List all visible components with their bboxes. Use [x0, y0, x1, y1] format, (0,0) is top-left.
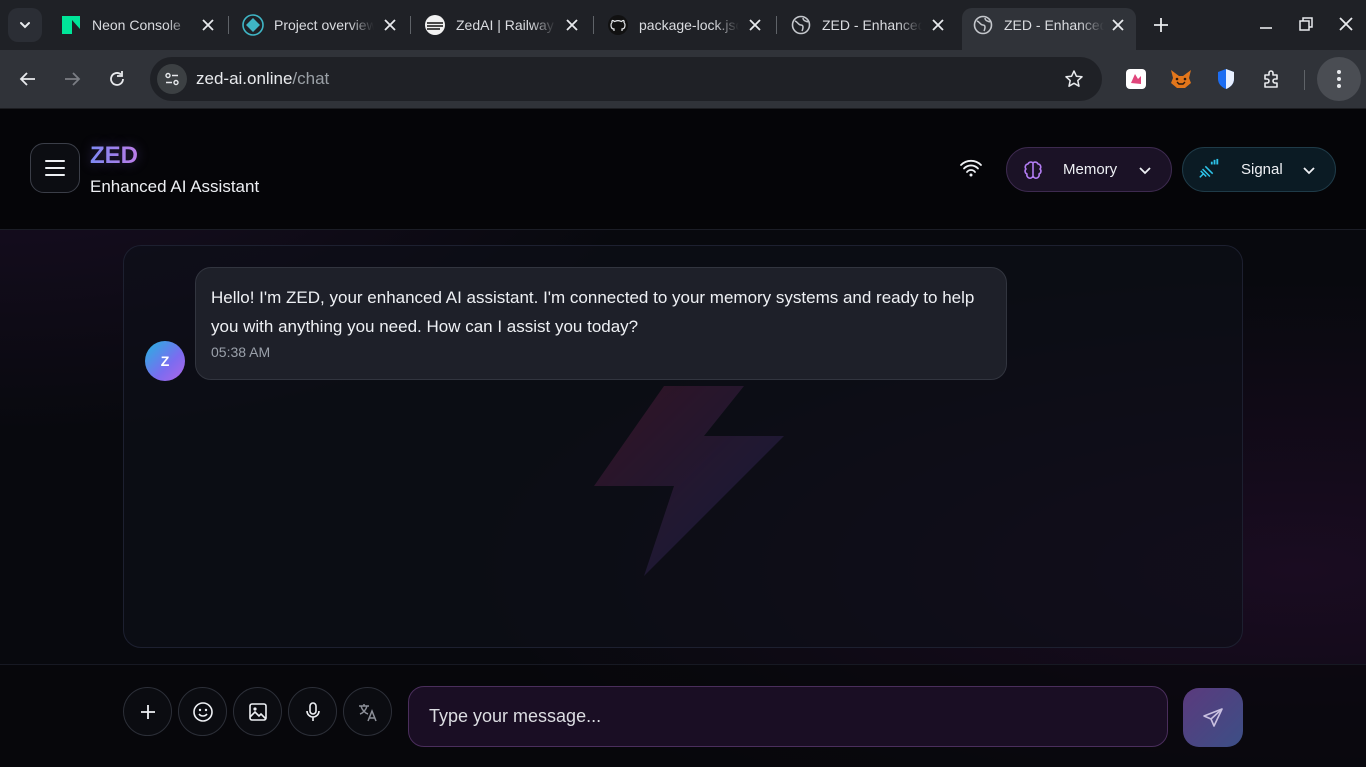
- translate-icon: [358, 703, 377, 721]
- arrow-left-icon: [19, 72, 35, 86]
- memory-label: Memory: [1063, 161, 1118, 178]
- tab-separator: [228, 16, 229, 34]
- close-tab-icon[interactable]: [562, 15, 582, 35]
- browser-tab[interactable]: package-lock.json: [597, 8, 773, 42]
- emoji-button[interactable]: [178, 687, 227, 736]
- back-button[interactable]: [11, 62, 45, 96]
- brand-title: ZED: [90, 142, 138, 169]
- chevron-down-icon: [20, 22, 30, 29]
- chevron-down-icon: [1301, 162, 1317, 178]
- avatar-initial: Z: [160, 353, 170, 369]
- browser-tab[interactable]: ZED - Enhanced AI Assistant: [780, 8, 956, 42]
- voice-input-button[interactable]: [288, 687, 337, 736]
- signal-dropdown[interactable]: Signal: [1182, 147, 1336, 192]
- zed-watermark-logo: [594, 386, 784, 576]
- close-icon: [1339, 17, 1353, 31]
- browser-tab[interactable]: Neon Console: [50, 8, 226, 42]
- metamask-fox-icon[interactable]: [1166, 64, 1196, 94]
- address-bar[interactable]: zed-ai.online/chat: [150, 57, 1102, 101]
- close-tab-icon[interactable]: [745, 15, 765, 35]
- plus-icon: [140, 704, 155, 719]
- new-tab-button[interactable]: [1146, 10, 1176, 40]
- assistant-avatar: Z: [145, 341, 185, 381]
- browser-toolbar: zed-ai.online/chat: [0, 50, 1366, 109]
- globe-icon: [972, 14, 994, 36]
- browser-tab-active[interactable]: ZED - Enhanced AI Assistant: [962, 8, 1136, 50]
- close-tab-icon[interactable]: [198, 15, 218, 35]
- tab-title: Project overview: [274, 17, 374, 33]
- send-button[interactable]: [1183, 688, 1243, 747]
- close-window-button[interactable]: [1326, 6, 1366, 42]
- kebab-menu-icon: [1337, 70, 1341, 88]
- memory-dropdown[interactable]: Memory: [1006, 147, 1172, 192]
- emoji-icon: [192, 701, 213, 722]
- chat-panel: Z Hello! I'm ZED, your enhanced AI assis…: [123, 245, 1243, 648]
- message-text: Hello! I'm ZED, your enhanced AI assista…: [211, 288, 975, 336]
- close-tab-icon[interactable]: [1108, 15, 1128, 35]
- github-logo-icon: [607, 14, 629, 36]
- image-upload-button[interactable]: [233, 687, 282, 736]
- zed-app: ZED Enhanced AI Assistant Memory Signal: [0, 109, 1366, 767]
- tab-title: ZED - Enhanced AI Assistant: [1004, 17, 1104, 33]
- assistant-message-bubble: Hello! I'm ZED, your enhanced AI assista…: [195, 267, 1007, 380]
- toolbar-divider: [1304, 70, 1305, 90]
- brain-icon: [1021, 158, 1045, 182]
- reload-button[interactable]: [100, 62, 134, 96]
- site-info-icon[interactable]: [157, 64, 187, 94]
- railway-logo-icon: [424, 14, 446, 36]
- puzzle-extensions-icon[interactable]: [1257, 64, 1287, 94]
- tab-title: package-lock.json: [639, 17, 739, 33]
- arrow-right-icon: [65, 72, 81, 86]
- bookmark-star-icon[interactable]: [1062, 67, 1086, 91]
- close-tab-icon[interactable]: [380, 15, 400, 35]
- tab-search-button[interactable]: [8, 8, 42, 42]
- tab-separator: [593, 16, 594, 34]
- send-icon: [1203, 707, 1223, 727]
- restore-button[interactable]: [1286, 6, 1326, 42]
- image-icon: [248, 702, 267, 721]
- tab-separator: [410, 16, 411, 34]
- minimize-button[interactable]: [1246, 6, 1286, 42]
- reload-icon: [110, 71, 124, 86]
- attach-button[interactable]: [123, 687, 172, 736]
- shield-extension-icon[interactable]: [1211, 64, 1241, 94]
- message-timestamp: 05:38 AM: [211, 344, 271, 360]
- url-path: /chat: [292, 69, 330, 88]
- tab-separator: [776, 16, 777, 34]
- close-tab-icon[interactable]: [928, 15, 948, 35]
- sidebar-toggle-button[interactable]: [30, 143, 80, 193]
- message-input[interactable]: [408, 686, 1168, 747]
- microphone-icon: [305, 701, 320, 721]
- brand-subtitle: Enhanced AI Assistant: [90, 177, 260, 196]
- browser-tab-strip: Neon Console Project overview ZedAI | Ra…: [0, 0, 1366, 50]
- message-composer: [0, 664, 1366, 767]
- app-header: ZED Enhanced AI Assistant Memory Signal: [0, 109, 1366, 230]
- forward-button[interactable]: [55, 62, 89, 96]
- url-host: zed-ai.online: [196, 69, 293, 88]
- neon-logo-icon: [60, 14, 82, 36]
- tab-title: Neon Console: [92, 17, 181, 33]
- minimize-icon: [1260, 27, 1272, 29]
- hamburger-menu-icon: [45, 160, 65, 176]
- globe-icon: [790, 14, 812, 36]
- signal-label: Signal: [1241, 161, 1283, 178]
- browser-tab[interactable]: ZedAI | Railway: [414, 8, 590, 42]
- browser-tab[interactable]: Project overview: [232, 8, 408, 42]
- chevron-down-icon: [1137, 162, 1153, 178]
- plus-icon: [1154, 18, 1168, 32]
- browser-menu-button[interactable]: [1317, 57, 1361, 101]
- connection-status-icon[interactable]: [955, 155, 987, 181]
- satellite-icon: [1197, 158, 1221, 182]
- restore-icon: [1299, 17, 1313, 31]
- tab-title: ZedAI | Railway: [456, 17, 554, 33]
- translate-button[interactable]: [343, 687, 392, 736]
- kite-extension-icon[interactable]: [1121, 64, 1151, 94]
- tab-title: ZED - Enhanced AI Assistant: [822, 17, 922, 33]
- project-diamond-icon: [242, 14, 264, 36]
- url-text: zed-ai.online/chat: [196, 69, 329, 89]
